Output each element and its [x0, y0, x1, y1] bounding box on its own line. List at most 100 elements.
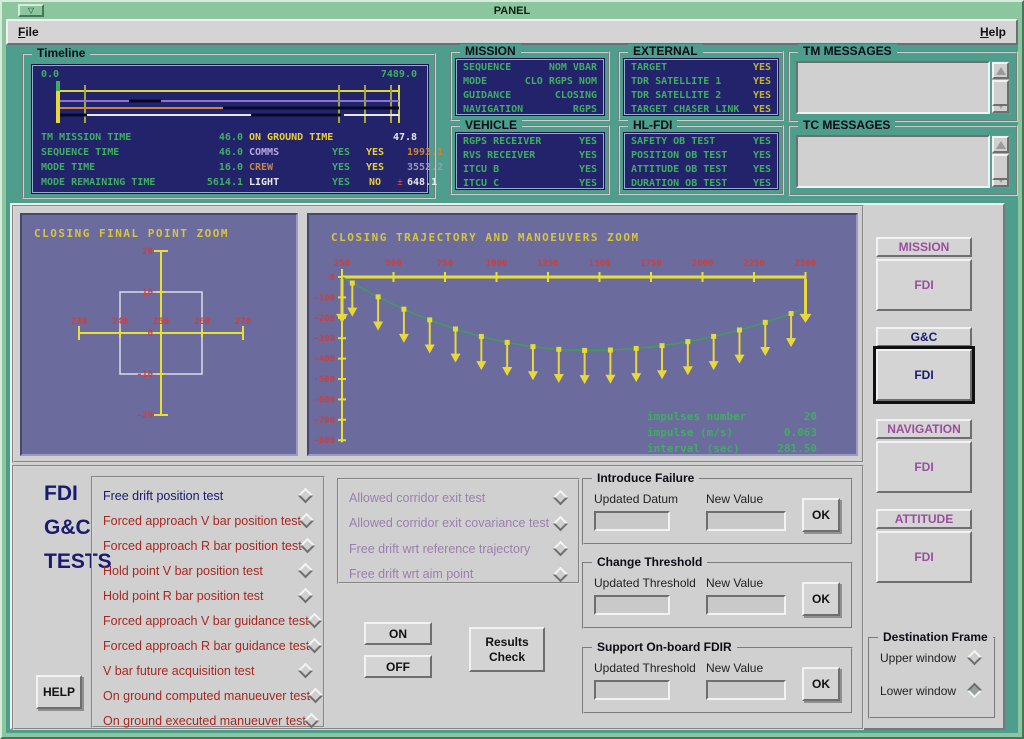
menubar: File Help — [6, 19, 1018, 45]
svg-text:270: 270 — [235, 317, 251, 327]
destination-toggle-diamond[interactable] — [967, 650, 983, 666]
introduce-failure-ok-button[interactable]: OK — [802, 498, 840, 532]
external-status-group: EXTERNAL TARGETYESTDR SATELLITE 1YESTDR … — [618, 51, 784, 121]
change-threshold-ok-button[interactable]: OK — [802, 582, 840, 616]
on-button[interactable]: ON — [364, 622, 432, 645]
timeline-group-label: Timeline — [32, 46, 90, 60]
test-toggle-diamond[interactable] — [299, 513, 315, 529]
scroll-thumb[interactable] — [992, 80, 1009, 106]
scroll-track[interactable] — [992, 153, 1009, 170]
destination-options: Upper windowLower window — [870, 643, 994, 705]
test-item-label: Forced approach V bar guidance test — [103, 614, 309, 628]
trajectory-zoom-plot: CLOSING TRAJECTORY AND MANOEUVERS ZOOM25… — [307, 213, 858, 456]
results-check-button[interactable]: Results Check — [469, 627, 545, 672]
mission-fdi-button[interactable]: FDI — [876, 259, 972, 311]
new-value-field[interactable] — [706, 511, 786, 531]
test-toggle-diamond[interactable] — [553, 490, 569, 506]
status-row: DURATION OB TESTYES — [625, 176, 777, 190]
menu-help[interactable]: Help — [980, 25, 1006, 39]
status-row-value: CLOSING — [555, 90, 597, 101]
status-row-value: YES — [579, 150, 597, 161]
timeline-row: MODE TIME16.0CREWYESYES3552.2 — [41, 160, 421, 175]
status-row-label: TDR SATELLITE 2 — [631, 90, 721, 101]
updated-threshold-field[interactable] — [594, 680, 670, 700]
updated-threshold-field[interactable] — [594, 595, 670, 615]
tm-messages-text[interactable] — [796, 61, 990, 114]
svg-text:250: 250 — [153, 317, 169, 327]
status-row-label: ITCU B — [463, 164, 499, 175]
svg-text:1250: 1250 — [537, 259, 559, 269]
svg-text:250: 250 — [334, 259, 350, 269]
vehicle-status-group: VEHICLE RGPS RECEIVERYESRVS RECEIVERYESI… — [450, 125, 610, 195]
scroll-up-button[interactable] — [992, 62, 1009, 79]
test-toggle-diamond[interactable] — [298, 488, 314, 504]
support-fdir-group: Support On-board FDIR Updated Threshold … — [582, 647, 853, 714]
timeline-row-label: MODE REMAINING TIME — [41, 177, 187, 188]
tc-messages-scrollbar[interactable] — [991, 135, 1010, 188]
main-content: Timeline 0.0 7489.0 — [6, 45, 1018, 733]
new-value-field[interactable] — [706, 680, 786, 700]
scroll-thumb[interactable] — [992, 154, 1009, 180]
svg-text:interval (sec): interval (sec) — [647, 442, 740, 454]
tc-messages-text[interactable] — [796, 135, 990, 188]
test-item-label: Free drift wrt reference trajectory — [349, 542, 555, 556]
plots-panel: CLOSING FINAL POINT ZOOM2302402502602702… — [12, 205, 864, 463]
new-value-field[interactable] — [706, 595, 786, 615]
hl-fdi-group-label: HL-FDI — [628, 118, 677, 132]
new-value-label: New Value — [706, 576, 763, 590]
test-item: Forced approach V bar position test — [103, 508, 317, 533]
off-button[interactable]: OFF — [364, 655, 432, 678]
test-item-label: Allowed corridor exit test — [349, 491, 555, 505]
test-toggle-diamond[interactable] — [298, 588, 314, 604]
gc-fdi-button[interactable]: FDI — [876, 349, 972, 401]
svg-text:-400: -400 — [313, 355, 335, 365]
status-row: TARGETYES — [625, 60, 777, 74]
test-toggle-diamond[interactable] — [308, 688, 324, 704]
test-toggle-diamond[interactable] — [553, 541, 569, 557]
tm-messages-scrollbar[interactable] — [991, 61, 1010, 114]
timeline-status-label: ON GROUND TIME — [243, 132, 393, 143]
status-row-label: POSITION OB TEST — [631, 150, 727, 161]
status-row: TDR SATELLITE 1YES — [625, 74, 777, 88]
test-toggle-diamond[interactable] — [298, 663, 314, 679]
window-menu-button[interactable]: ▽ — [18, 4, 44, 17]
scroll-track[interactable] — [992, 79, 1009, 96]
updated-datum-field[interactable] — [594, 511, 670, 531]
timeline-status-rows: TM MISSION TIME46.0ON GROUND TIME47.8SEQ… — [41, 130, 421, 190]
test-item-label: V bar future acquisition test — [103, 664, 300, 678]
status-row-label: MODE — [463, 76, 487, 87]
disabled-test-list: Allowed corridor exit testAllowed corrid… — [337, 478, 580, 584]
trajectory-zoom-chart: CLOSING TRAJECTORY AND MANOEUVERS ZOOM25… — [309, 215, 856, 454]
timeline-row-value: 16.0 — [187, 162, 243, 173]
test-item: On ground executed manueuver test — [103, 708, 317, 733]
test-item-label: Hold point R bar position test — [103, 589, 300, 603]
hl-fdi-status-group: HL-FDI SAFETY OB TESTYESPOSITION OB TEST… — [618, 125, 784, 195]
test-item: Forced approach R bar position test — [103, 533, 317, 558]
test-toggle-diamond[interactable] — [298, 563, 314, 579]
status-row-label: GUIDANCE — [463, 90, 511, 101]
svg-text:CLOSING FINAL POINT ZOOM: CLOSING FINAL POINT ZOOM — [34, 227, 229, 240]
menu-file[interactable]: File — [18, 25, 39, 39]
svg-text:281.50: 281.50 — [777, 442, 817, 454]
hl-fdi-status-panel: SAFETY OB TESTYESPOSITION OB TESTYESATTI… — [624, 133, 778, 189]
navigation-fdi-button[interactable]: FDI — [876, 441, 972, 493]
status-row-label: DURATION OB TEST — [631, 178, 727, 189]
attitude-fdi-button[interactable]: FDI — [876, 531, 972, 583]
timeline-status-value: 648.1 — [407, 177, 437, 188]
new-value-label: New Value — [706, 492, 763, 506]
support-fdir-ok-button[interactable]: OK — [802, 667, 840, 701]
status-row-label: TARGET CHASER LINK — [631, 104, 739, 115]
window-menu-triangle-icon: ▽ — [28, 7, 34, 15]
test-toggle-diamond[interactable] — [553, 515, 569, 531]
status-row: SEQUENCENOM VBAR — [457, 60, 603, 74]
timeline-row-label: MODE TIME — [41, 162, 187, 173]
destination-toggle-diamond[interactable] — [967, 683, 983, 699]
test-toggle-diamond[interactable] — [307, 638, 323, 654]
test-toggle-diamond[interactable] — [553, 566, 569, 582]
window-title: PANEL — [4, 5, 1020, 17]
help-button[interactable]: HELP — [36, 675, 82, 709]
svg-text:impulse (m/s): impulse (m/s) — [647, 426, 733, 439]
svg-text:2500: 2500 — [795, 259, 817, 269]
timeline-status-label: COMMS — [243, 147, 325, 158]
scroll-up-button[interactable] — [992, 136, 1009, 153]
